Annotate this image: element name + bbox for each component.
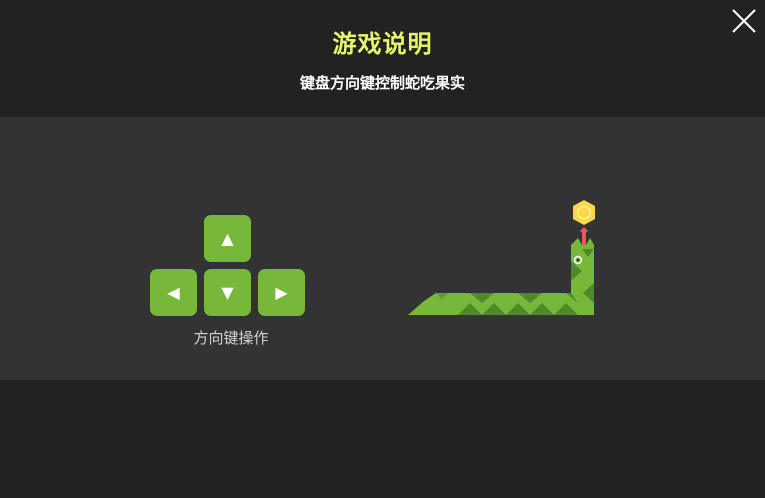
arrow-key-up[interactable]: ▲ xyxy=(204,215,251,262)
close-icon[interactable] xyxy=(730,7,758,35)
arrow-key-down[interactable]: ▼ xyxy=(204,269,251,316)
dialog-subtitle: 键盘方向键控制蛇吃果实 xyxy=(299,74,465,92)
arrow-keys-caption: 方向键操作 xyxy=(193,329,269,347)
arrow-right-icon: ▶ xyxy=(275,283,288,302)
instructions-dialog: 游戏说明 键盘方向键控制蛇吃果实 ▲ ◀ ▼ ▶ 方向键操作 xyxy=(0,0,765,498)
arrow-left-icon: ◀ xyxy=(167,283,180,302)
arrow-up-icon: ▲ xyxy=(221,229,234,248)
instructions-panel: ▲ ◀ ▼ ▶ 方向键操作 xyxy=(0,117,765,380)
arrow-down-icon: ▼ xyxy=(221,283,234,302)
arrow-key-right[interactable]: ▶ xyxy=(258,269,305,316)
snake-illustration xyxy=(408,200,595,315)
arrow-key-left[interactable]: ◀ xyxy=(150,269,197,316)
fruit-icon xyxy=(573,200,595,225)
snake-icon xyxy=(408,238,594,315)
dialog-header: 游戏说明 键盘方向键控制蛇吃果实 xyxy=(0,0,765,117)
dialog-title: 游戏说明 xyxy=(332,30,433,58)
dialog-footer xyxy=(0,380,765,498)
snake-tongue-icon xyxy=(580,227,588,246)
